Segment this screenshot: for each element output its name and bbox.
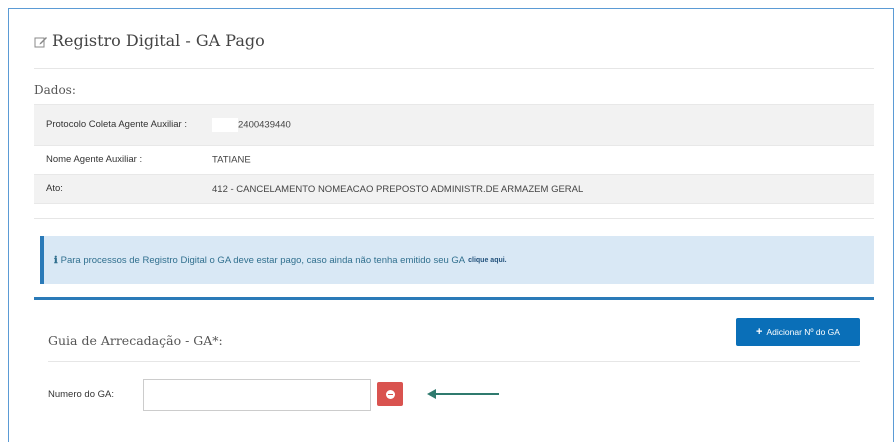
numero-ga-label: Numero do GA: [48,389,114,400]
info-value: TATIANE [200,145,874,175]
info-key: Protocolo Coleta Agente Auxiliar : [34,104,200,146]
clique-aqui-link[interactable]: clique aqui. [468,257,507,264]
table-row: Ato: 412 - CANCELAMENTO NOMEACAO PREPOST… [34,174,874,204]
info-key: Nome Agente Auxiliar : [34,145,200,175]
ato-value: 412 - CANCELAMENTO NOMEACAO PREPOSTO ADM… [200,174,874,204]
protocolo-value: 2400439440 [238,119,291,131]
arrow-left-icon [427,389,499,399]
minus-circle-icon [385,389,395,399]
add-ga-button-label: Adicionar Nº do GA [766,327,840,337]
edit-icon [34,34,48,48]
plus-icon: + [756,326,763,338]
add-ga-button[interactable]: + Adicionar Nº do GA [736,318,860,346]
info-table: Protocolo Coleta Agente Auxiliar : 24004… [34,104,874,204]
ga-panel: Guia de Arrecadação - GA*: + Adicionar N… [34,297,874,442]
dados-label: Dados: [34,83,76,97]
numero-ga-input[interactable] [143,379,371,411]
divider [34,68,874,69]
alert-text: Para processos de Registro Digital o GA … [60,254,466,266]
redaction [250,153,351,167]
info-value: 2400439440 [200,104,874,146]
info-icon: ℹ [54,254,58,266]
remove-ga-button[interactable] [377,382,403,406]
divider [34,218,874,219]
page-title-text: Registro Digital - GA Pago [52,31,265,50]
table-row: Protocolo Coleta Agente Auxiliar : 24004… [34,104,874,146]
ga-panel-title: Guia de Arrecadação - GA*: [48,333,223,348]
table-row: Nome Agente Auxiliar : TATIANE [34,145,874,175]
divider [48,361,860,362]
redaction [212,118,238,132]
info-alert: ℹ Para processos de Registro Digital o G… [40,236,874,284]
info-key: Ato: [34,174,200,204]
page-title: Registro Digital - GA Pago [34,31,265,50]
nome-value: TATIANE [212,154,251,166]
